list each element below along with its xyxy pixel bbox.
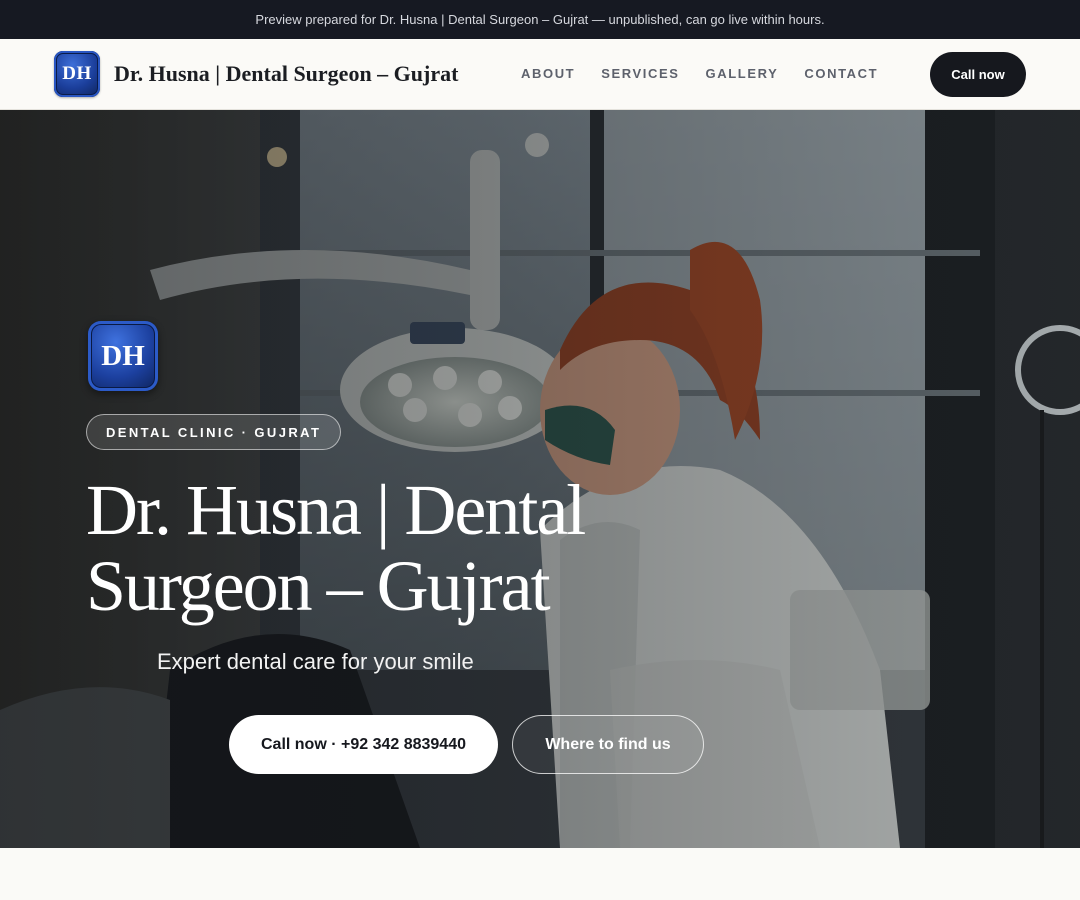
site-title[interactable]: Dr. Husna | Dental Surgeon – Gujrat [114,61,458,87]
header-call-now-button[interactable]: Call now [930,52,1026,97]
hero-subtitle: Expert dental care for your smile [157,649,474,674]
call-now-phone-button[interactable]: Call now · +92 342 8839440 [229,715,498,774]
logo-initials: DH [62,63,92,84]
main-nav: ABOUT SERVICES GALLERY CONTACT [521,66,878,81]
preview-banner-text: Preview prepared for Dr. Husna | Dental … [255,12,825,27]
nav-about[interactable]: ABOUT [521,66,575,81]
hero-title: Dr. Husna | Dental Surgeon – Gujrat [86,470,586,626]
hero-content: DH DENTAL CLINIC · GUJRAT Dr. Husna | De… [0,110,1080,848]
hero-logo-initials: DH [101,339,145,372]
hero-section: DH DENTAL CLINIC · GUJRAT Dr. Husna | De… [0,110,1080,848]
nav-gallery[interactable]: GALLERY [706,66,779,81]
find-us-button[interactable]: Where to find us [512,715,704,774]
nav-contact[interactable]: CONTACT [804,66,878,81]
clinic-tag-pill: DENTAL CLINIC · GUJRAT [86,414,342,450]
nav-services[interactable]: SERVICES [601,66,679,81]
logo-badge[interactable]: DH [54,51,100,97]
next-section-start [0,848,1080,900]
preview-banner: Preview prepared for Dr. Husna | Dental … [0,0,1080,39]
site-header: DH Dr. Husna | Dental Surgeon – Gujrat A… [0,39,1080,110]
hero-logo-badge: DH [88,321,158,391]
